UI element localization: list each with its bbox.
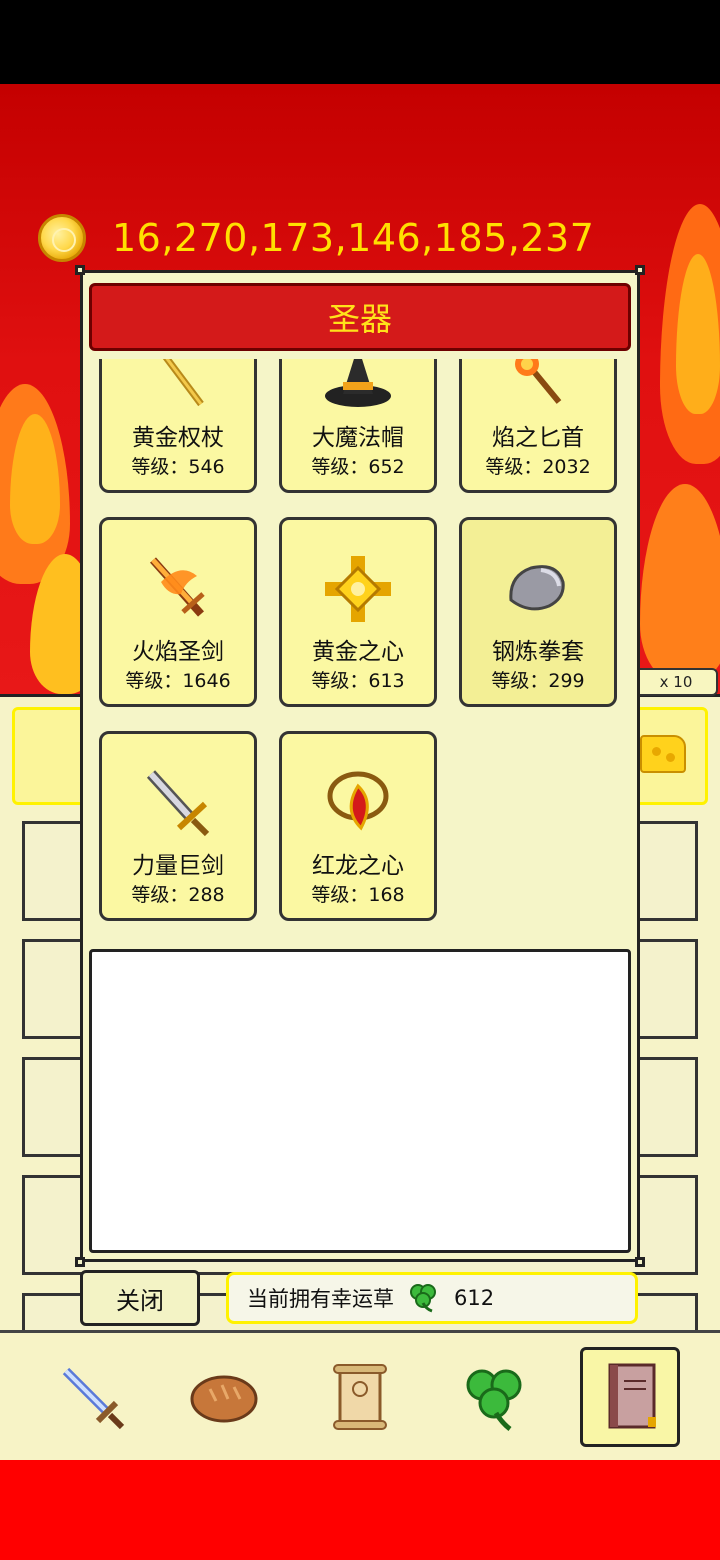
status-bar: [0, 0, 720, 84]
nav-weapons[interactable]: [42, 1347, 142, 1447]
frame-corner: [635, 1257, 645, 1267]
artifact-level: 等级：299: [491, 670, 585, 692]
artifact-card[interactable]: 黄金之心 等级：613: [279, 517, 437, 707]
sword-icon: [62, 1367, 125, 1430]
bottom-nav: [0, 1330, 720, 1460]
artifact-name: 黄金权杖: [132, 425, 224, 451]
steel-gauntlet-icon: [509, 565, 565, 611]
artifact-name: 力量巨剑: [132, 853, 224, 879]
artifact-level: 等级：546: [131, 456, 225, 478]
artifact-name: 火焰圣剑: [132, 639, 224, 665]
bread-icon: [190, 1375, 258, 1423]
gold-coin-icon: [38, 214, 86, 262]
nav-food[interactable]: [174, 1347, 274, 1447]
book-icon: [608, 1363, 656, 1429]
nav-clover[interactable]: [444, 1347, 544, 1447]
red-dragon-heart-icon: [327, 771, 389, 831]
artifact-level: 等级：168: [311, 884, 405, 906]
artifact-name: 红龙之心: [312, 853, 404, 879]
artifact-grid[interactable]: 黄金权杖 等级：546 大魔法帽 等级：652 焰之匕首 等级：2032 火焰圣…: [83, 359, 637, 921]
scroll-icon: [333, 1364, 387, 1430]
clover-label: 当前拥有幸运草: [247, 1287, 394, 1311]
artifact-card[interactable]: 钢炼拳套 等级：299: [459, 517, 617, 707]
wizard-hat-icon: [325, 359, 391, 407]
artifact-name: 焰之匕首: [492, 425, 584, 451]
artifact-level: 等级：652: [311, 456, 405, 478]
close-button[interactable]: 关闭: [80, 1270, 200, 1326]
artifact-card[interactable]: 火焰圣剑 等级：1646: [99, 517, 257, 707]
clover-icon: [410, 1284, 436, 1313]
artifact-level: 等级：613: [311, 670, 405, 692]
modal-title: 圣器: [89, 283, 631, 351]
artifact-level: 等级：2032: [485, 456, 591, 478]
gold-counter: 16,270,173,146,185,237: [38, 212, 594, 264]
gold-amount: 16,270,173,146,185,237: [112, 216, 595, 260]
frame-corner: [75, 1257, 85, 1267]
cheese-icon: [640, 735, 686, 773]
frame-corner: [75, 265, 85, 275]
artifact-card[interactable]: 力量巨剑 等级：288: [99, 731, 257, 921]
clover-count: 612: [454, 1286, 495, 1310]
power-greatsword-icon: [146, 770, 210, 837]
artifacts-modal: 圣器 黄金权杖 等级：546 大魔法帽 等级：652 焰之匕首 等级：2032 …: [75, 265, 645, 1267]
artifact-name: 黄金之心: [312, 639, 404, 665]
nav-quests[interactable]: [310, 1347, 410, 1447]
artifact-card[interactable]: 黄金权杖 等级：546: [99, 359, 257, 493]
golden-heart-icon: [325, 556, 391, 622]
golden-scepter-icon: [162, 359, 204, 407]
description-box: [89, 949, 631, 1253]
flame-holy-sword-icon: [150, 557, 205, 617]
clover-counter: 当前拥有幸运草 612: [226, 1272, 638, 1324]
multiplier-button[interactable]: x 10: [634, 668, 718, 696]
nav-artifacts[interactable]: [580, 1347, 680, 1447]
clover-icon: [466, 1369, 522, 1431]
game-screen: { "gold": {"amount": "16,270,173,146,185…: [0, 0, 720, 1560]
frame-corner: [635, 265, 645, 275]
artifact-level: 等级：288: [131, 884, 225, 906]
artifact-level: 等级：1646: [125, 670, 231, 692]
artifact-card[interactable]: 焰之匕首 等级：2032: [459, 359, 617, 493]
artifact-name: 大魔法帽: [312, 425, 404, 451]
artifact-card[interactable]: 红龙之心 等级：168: [279, 731, 437, 921]
artifact-card[interactable]: 大魔法帽 等级：652: [279, 359, 437, 493]
flame-dagger-icon: [515, 359, 562, 404]
artifact-name: 钢炼拳套: [492, 639, 584, 665]
bottom-background: [0, 1460, 720, 1560]
